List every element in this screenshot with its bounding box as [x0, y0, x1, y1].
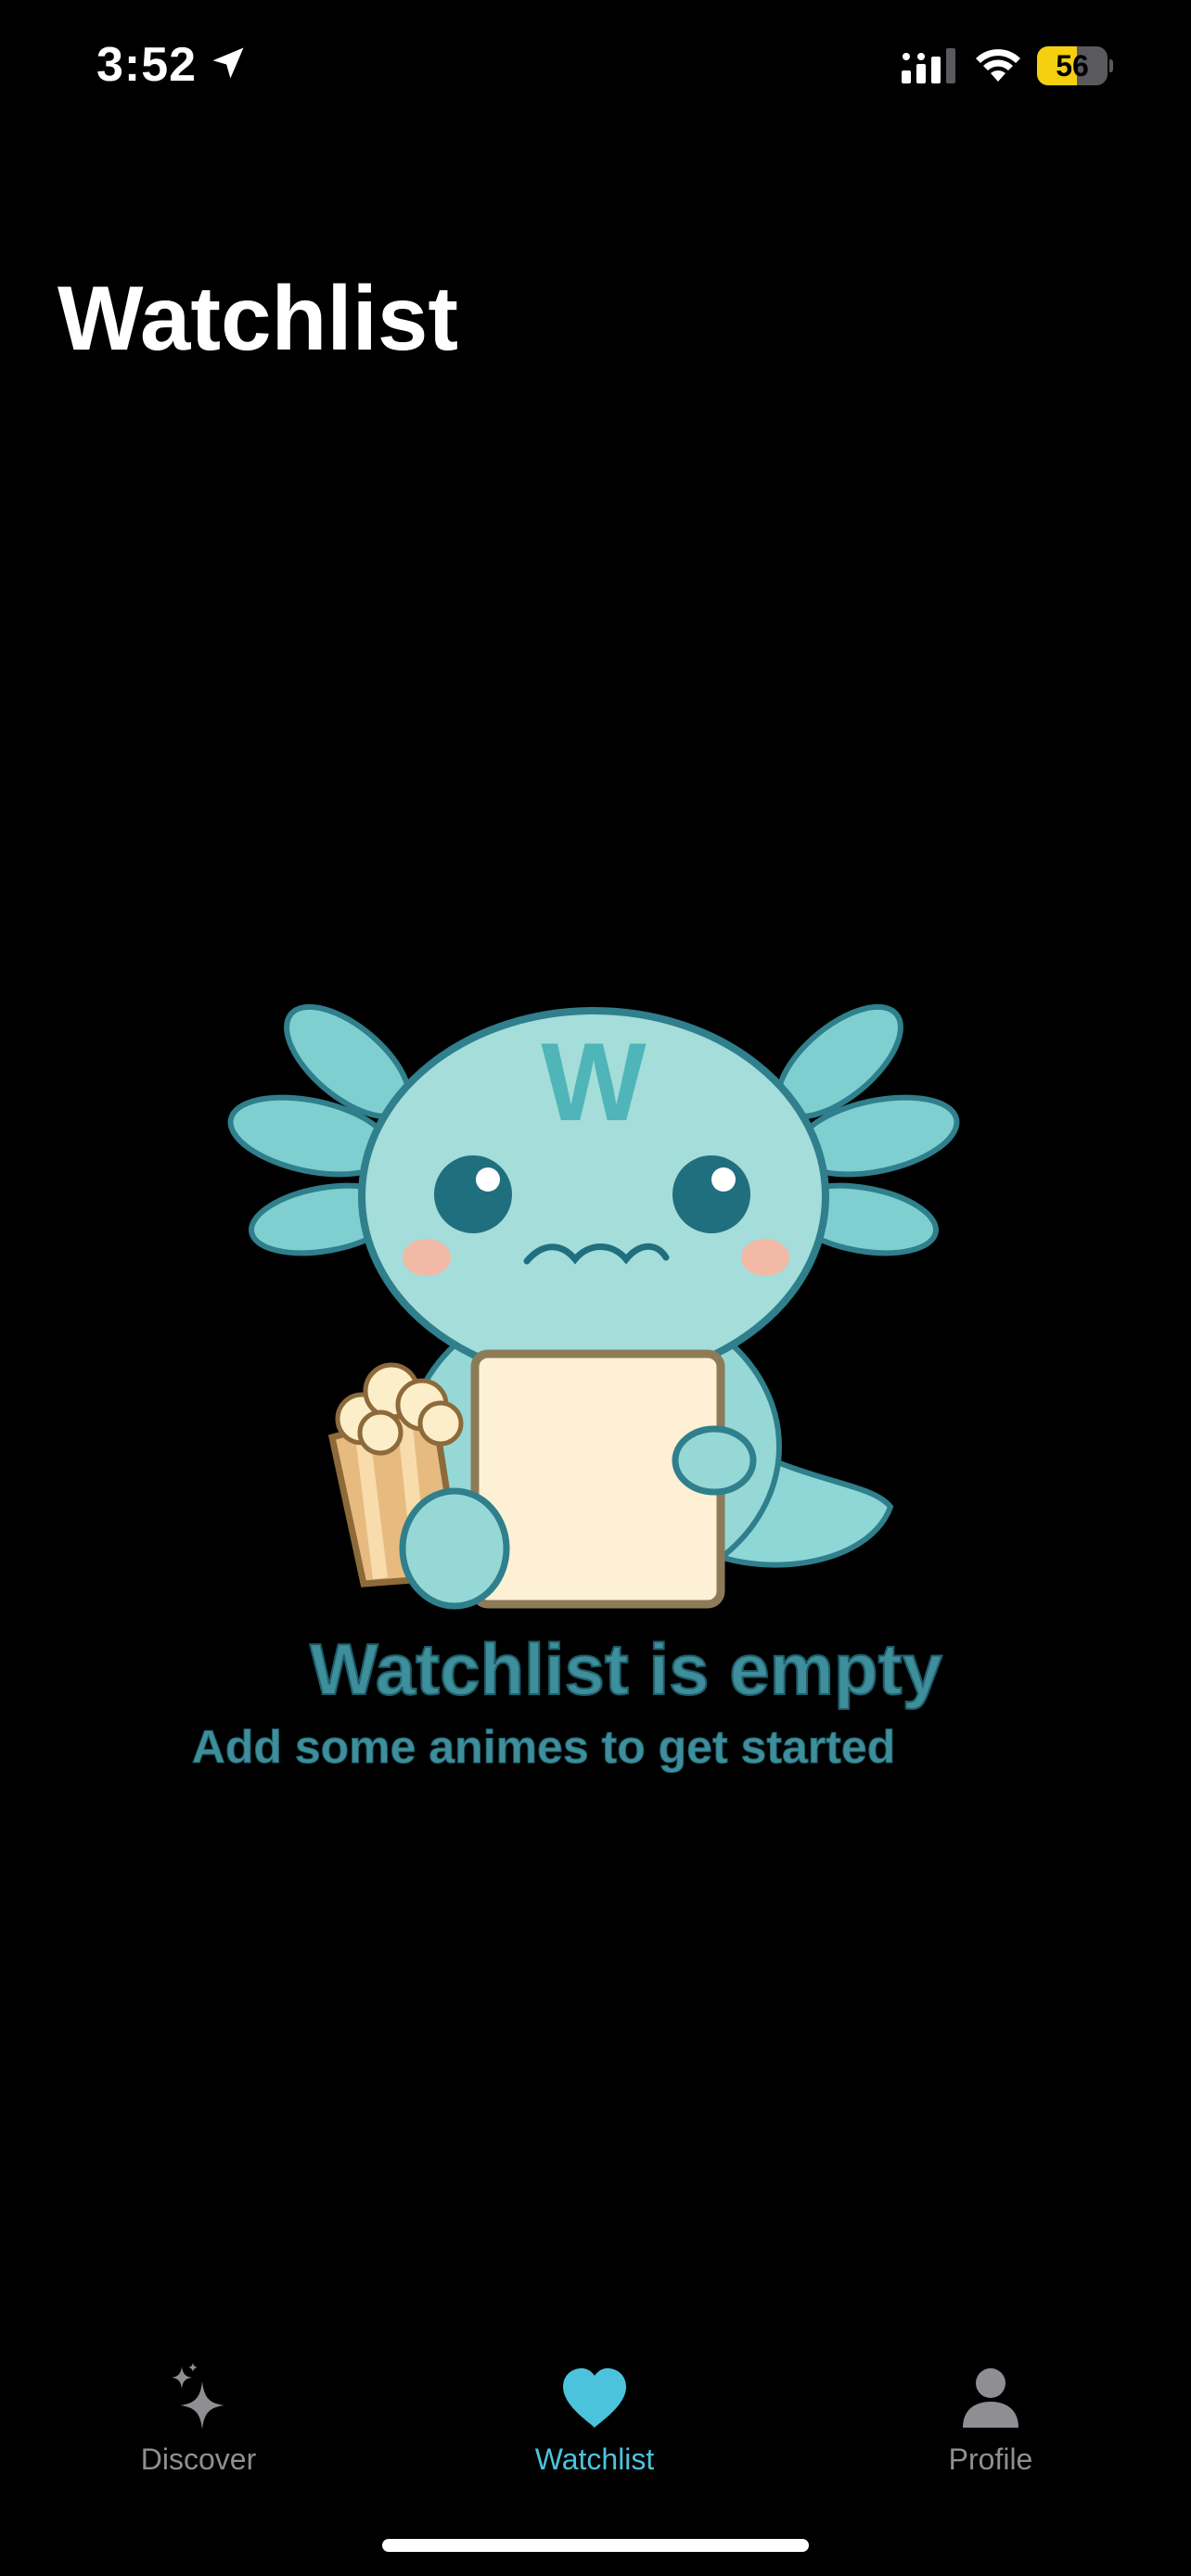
- page-title: Watchlist: [58, 267, 458, 369]
- tab-watchlist[interactable]: Watchlist: [465, 2337, 724, 2476]
- signal-icon: [902, 48, 955, 83]
- tab-label-discover: Discover: [140, 2442, 257, 2476]
- axolotl-mascot-illustration: W: [227, 1003, 960, 1610]
- heart-icon: [563, 2368, 626, 2428]
- status-bar: 3:52 56: [0, 0, 1191, 139]
- status-time: 3:52: [96, 38, 198, 92]
- location-arrow-icon: [212, 47, 244, 79]
- empty-state-subtitle: Add some animes to get started: [191, 1721, 896, 1774]
- tab-label-profile: Profile: [948, 2442, 1033, 2476]
- tab-label-watchlist: Watchlist: [534, 2442, 655, 2476]
- tab-bar: Discover Watchlist Profile: [0, 2337, 1191, 2504]
- empty-state-title: Watchlist is empty: [309, 1627, 943, 1711]
- person-icon: [963, 2368, 1018, 2428]
- sparkles-icon: [172, 2363, 224, 2429]
- tab-profile[interactable]: Profile: [861, 2337, 1121, 2476]
- home-indicator: [382, 2539, 809, 2552]
- mascot-letter: W: [541, 1020, 647, 1144]
- battery-icon: 56: [1037, 46, 1113, 85]
- wifi-icon: [976, 49, 1020, 82]
- battery-level: 56: [1056, 49, 1089, 83]
- tab-discover[interactable]: Discover: [69, 2337, 328, 2476]
